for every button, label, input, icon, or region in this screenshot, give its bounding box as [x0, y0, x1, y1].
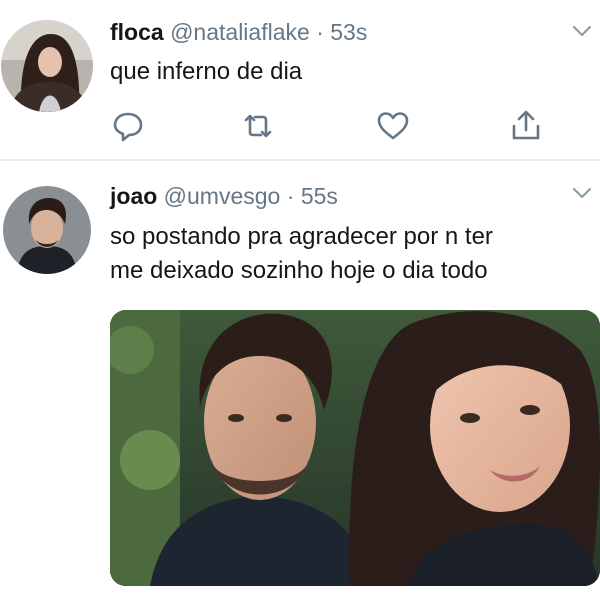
display-name[interactable]: joao — [110, 183, 157, 209]
tweet-header: joao @umvesgo · 55s — [110, 183, 338, 210]
retweet-icon — [244, 114, 272, 138]
chevron-down-icon[interactable] — [572, 24, 592, 38]
tweet[interactable]: joao @umvesgo · 55s so postando pra agra… — [0, 161, 600, 599]
username[interactable]: @umvesgo — [164, 183, 281, 209]
tweet-text-line: me deixado sozinho hoje o dia todo — [110, 257, 488, 284]
username[interactable]: @nataliaflake — [170, 19, 310, 45]
tweet-text: que inferno de dia — [110, 55, 302, 89]
avatar[interactable] — [1, 20, 93, 112]
display-name[interactable]: floca — [110, 19, 164, 45]
retweet-button[interactable] — [240, 108, 276, 144]
tweet-actions — [110, 108, 550, 144]
timestamp[interactable]: 53s — [330, 19, 367, 45]
tweet[interactable]: floca @nataliaflake · 53s que inferno de… — [0, 0, 600, 160]
share-button[interactable] — [508, 108, 544, 144]
tweet-text: so postando pra agradecer por n ter me d… — [110, 220, 580, 288]
reply-button[interactable] — [110, 108, 146, 144]
like-button[interactable] — [375, 108, 411, 144]
heart-icon — [377, 112, 409, 140]
avatar[interactable] — [3, 186, 91, 274]
tweet-header: floca @nataliaflake · 53s — [110, 19, 367, 46]
tweet-text-line: so postando pra agradecer por n ter — [110, 223, 493, 250]
reply-icon — [113, 112, 143, 142]
share-icon — [512, 110, 540, 140]
chevron-down-icon[interactable] — [572, 186, 592, 200]
tweet-photo[interactable] — [110, 310, 600, 586]
separator: · — [316, 19, 324, 45]
tweet-text-line: que inferno de dia — [110, 58, 303, 85]
separator: · — [286, 183, 295, 209]
timestamp[interactable]: 55s — [301, 183, 338, 209]
